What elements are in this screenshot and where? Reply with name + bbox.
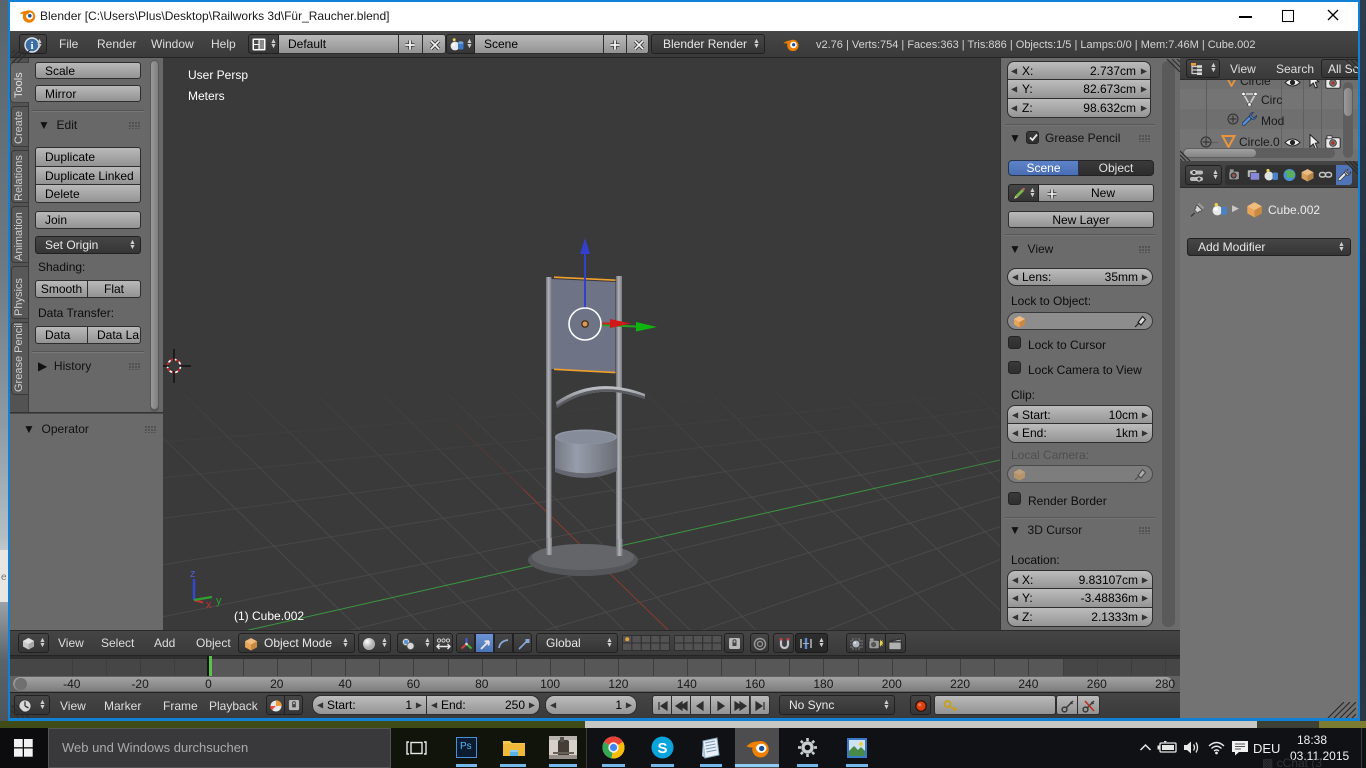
svg-text:x: x: [206, 599, 212, 611]
svg-text:(1) Cube.002: (1) Cube.002: [234, 609, 304, 623]
svg-text:Meters: Meters: [188, 89, 225, 103]
svg-text:y: y: [216, 595, 222, 607]
svg-text:User Persp: User Persp: [188, 68, 248, 82]
svg-text:z: z: [190, 568, 196, 580]
svg-text:S: S: [657, 740, 667, 757]
